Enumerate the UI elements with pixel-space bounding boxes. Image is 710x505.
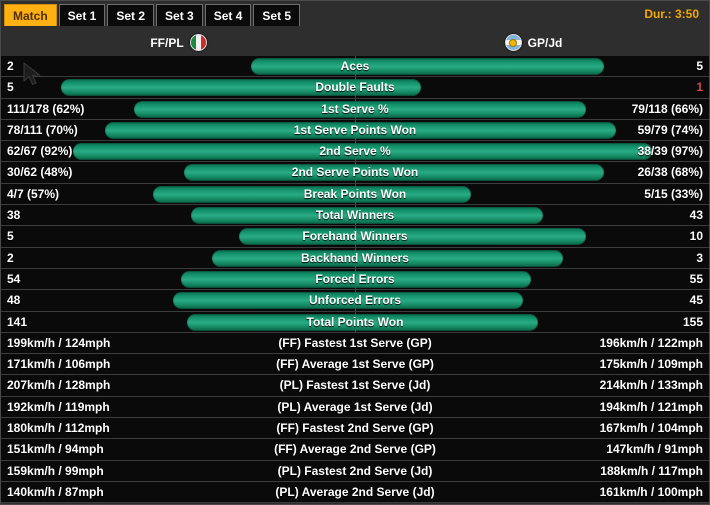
- stat-label: 2nd Serve Points Won: [291, 165, 419, 180]
- speed-value-right: 188km/h / 117mph: [600, 463, 703, 478]
- stat-label: Forced Errors: [315, 271, 395, 286]
- stat-value-right: 38/39 (97%): [637, 144, 703, 159]
- speed-row: 151km/h / 94mph (FF) Average 2nd Serve (G…: [1, 439, 709, 461]
- tab-bar: Match Set 1 Set 2 Set 3 Set 4 Set 5 Dur.: 3:5…: [1, 1, 709, 29]
- stat-value-right: 55: [689, 271, 703, 286]
- speed-value-right: 196km/h / 122mph: [599, 335, 703, 350]
- stat-row: 5 Forehand Winners 10: [1, 226, 709, 248]
- stat-label: Aces: [340, 59, 370, 73]
- stat-label: 1st Serve Points Won: [293, 122, 417, 137]
- stat-label: Backhand Winners: [301, 250, 409, 265]
- stat-value-right: 10: [689, 229, 703, 244]
- serve-speed-table: 199km/h / 124mph (FF) Fastest 1st Serve (…: [1, 332, 709, 504]
- stat-row: 38 Total Winners 43: [1, 205, 709, 227]
- stat-label: Total Points Won: [306, 314, 404, 329]
- speed-value-right: 214km/h / 133mph: [599, 378, 703, 393]
- stat-value-right: 5: [696, 59, 703, 73]
- stat-label: Break Points Won: [303, 186, 407, 201]
- stat-label: Unforced Errors: [308, 293, 402, 308]
- player-left: FF/PL: [1, 29, 356, 56]
- stat-row: 2 Aces 5: [1, 56, 709, 78]
- italy-flag-icon: [189, 34, 207, 51]
- stat-row: 4/7 (57%) Break Points Won 5/15 (33%): [1, 183, 709, 206]
- stat-label: 1st Serve %: [321, 101, 389, 116]
- stat-value-right: 3: [696, 250, 703, 265]
- stat-row: 141 Total Points Won 155: [1, 311, 709, 333]
- speed-row: 192km/h / 119mph (PL) Average 1st Serve (…: [1, 397, 709, 419]
- stat-value-right: 43: [689, 208, 703, 223]
- player-right: GP/Jd: [356, 29, 710, 56]
- speed-value-right: 175km/h / 109mph: [599, 357, 703, 372]
- stat-row: 2 Backhand Winners 3: [1, 247, 709, 269]
- speed-row: 171km/h / 106mph (FF) Average 1st Serve (…: [1, 354, 709, 376]
- stat-value-right: 59/79 (74%): [637, 122, 703, 137]
- stat-label: 2nd Serve %: [319, 144, 391, 159]
- match-duration: Dur.: 3:50: [644, 7, 699, 21]
- player-right-name: GP/Jd: [527, 35, 563, 50]
- stat-value-right: 155: [682, 314, 703, 329]
- speed-row: 159km/h / 99mph (PL) Fastest 2nd Serve (J…: [1, 461, 709, 482]
- speed-value-right: 147km/h / 91mph: [606, 442, 703, 457]
- stat-row: 54 Forced Errors 55: [1, 268, 709, 291]
- tab-set-2[interactable]: Set 2: [107, 4, 155, 26]
- stat-label: Double Faults: [315, 80, 395, 95]
- speed-row: 180km/h / 112mph (FF) Fastest 2nd Serve (…: [1, 418, 709, 440]
- speed-row: 140km/h / 87mph (PL) Average 2nd Serve (J…: [1, 482, 709, 504]
- players-header: FF/PL GP/Jd: [1, 29, 709, 56]
- stat-row: 30/62 (48%) 2nd Serve Points Won 26/38 (68…: [1, 162, 709, 184]
- tab-set-5[interactable]: Set 5: [253, 4, 301, 26]
- stat-row: 111/178 (62%) 1st Serve % 79/118 (66%): [1, 98, 709, 120]
- speed-value-right: 194km/h / 121mph: [599, 399, 703, 414]
- speed-label: (FF) Average 2nd Serve (GP): [274, 442, 436, 457]
- stat-row: 78/111 (70%) 1st Serve Points Won 59/79 (7…: [1, 119, 709, 142]
- speed-value-right: 161km/h / 100mph: [599, 484, 703, 499]
- tab-set-1[interactable]: Set 1: [58, 4, 106, 26]
- speed-row: 207km/h / 128mph (PL) Fastest 1st Serve (…: [1, 375, 709, 397]
- statistics-bar-table: 2 Aces 5 5 Double Faults 1 111/178 (62%) 1st Se…: [1, 56, 709, 333]
- stat-value-right: 1: [696, 80, 703, 95]
- tab-match[interactable]: Match: [4, 4, 57, 26]
- stat-value-right: 5/15 (33%): [644, 186, 703, 201]
- stat-value-right: 45: [689, 293, 703, 308]
- speed-value-right: 167km/h / 104mph: [599, 421, 703, 436]
- match-statistics-panel: Match Set 1 Set 2 Set 3 Set 4 Set 5 Dur.: 3:5…: [0, 0, 710, 505]
- stat-value-right: 26/38 (68%): [637, 165, 703, 180]
- stat-value-right: 79/118 (66%): [631, 101, 703, 116]
- tab-set-3[interactable]: Set 3: [156, 4, 203, 26]
- stat-row: 5 Double Faults 1: [1, 77, 709, 99]
- stat-row: 62/67 (92%) 2nd Serve % 38/39 (97%): [1, 141, 709, 163]
- speed-row: 199km/h / 124mph (FF) Fastest 1st Serve (…: [1, 333, 709, 355]
- player-left-name: FF/PL: [150, 35, 184, 50]
- stat-label: Total Winners: [315, 208, 395, 223]
- stat-row: 48 Unforced Errors 45: [1, 290, 709, 312]
- stat-label: Forehand Winners: [302, 229, 408, 244]
- argentina-flag-icon: [504, 34, 522, 51]
- tab-set-4[interactable]: Set 4: [204, 4, 252, 26]
